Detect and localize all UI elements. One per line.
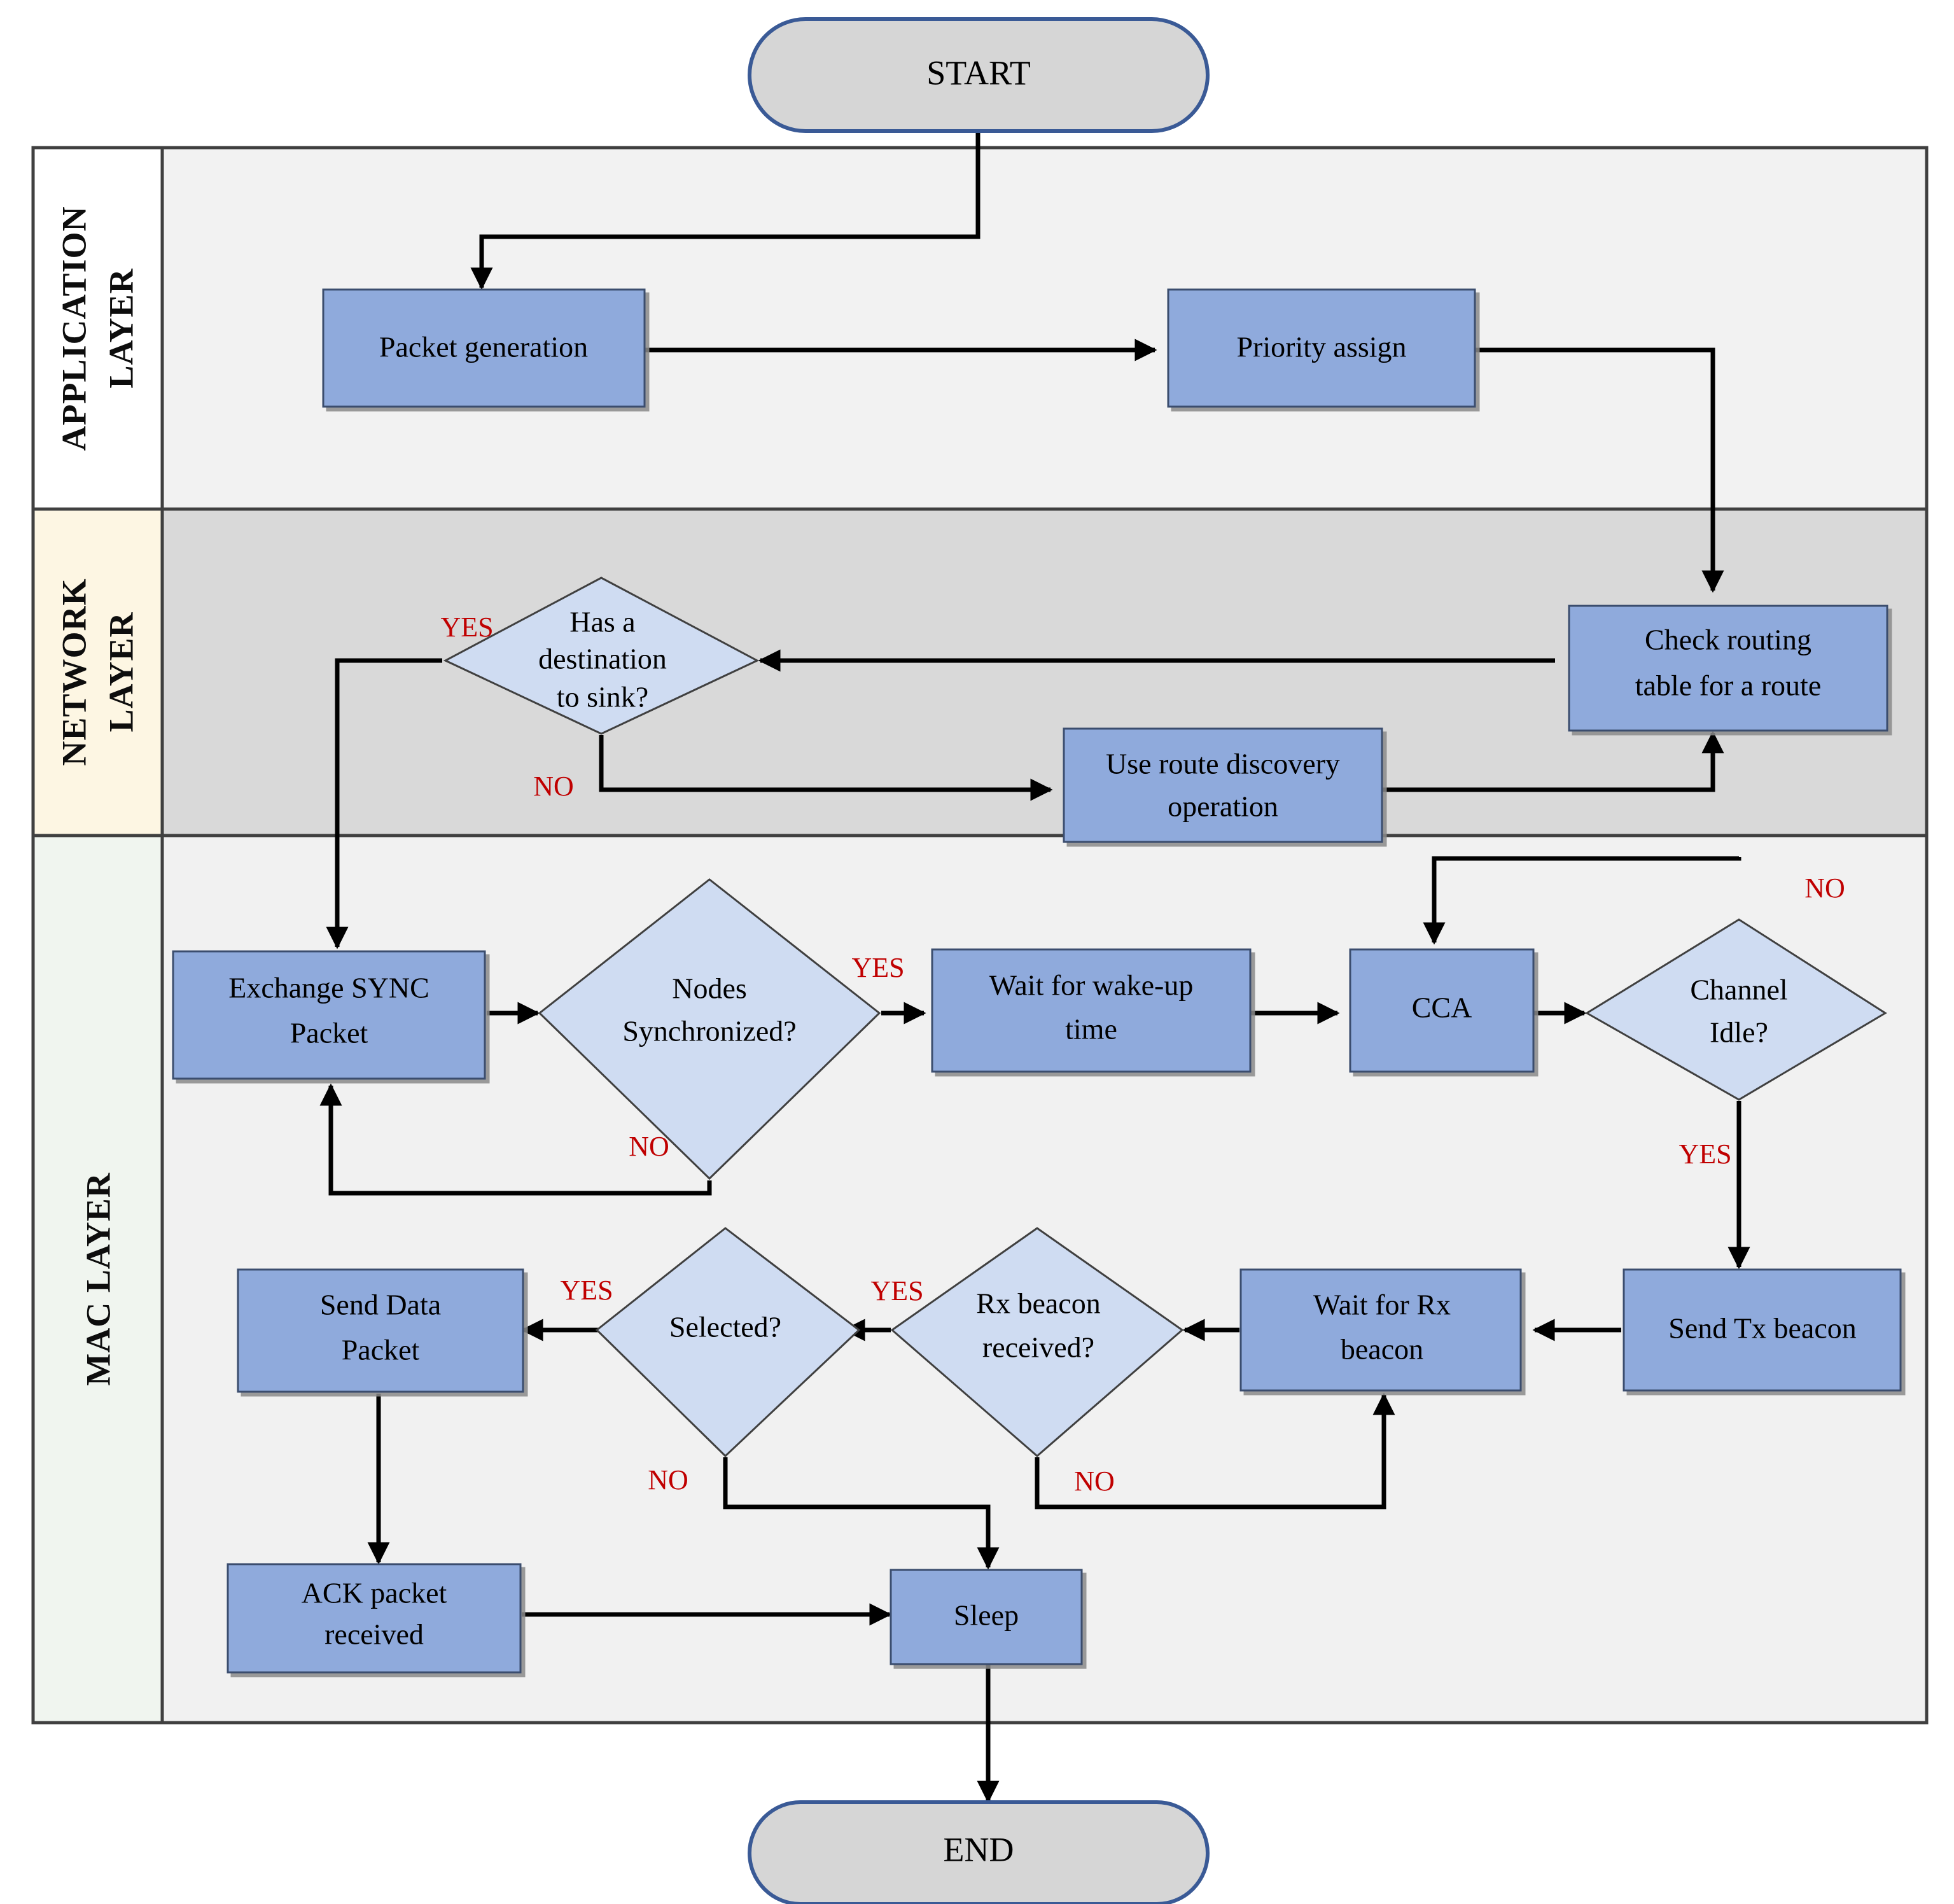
node-wait-wakeup-line1: Wait for wake-up — [989, 969, 1194, 1002]
node-send-tx-beacon-label: Send Tx beacon — [1668, 1312, 1857, 1345]
node-nodes-synchronized-line1: Nodes — [672, 972, 747, 1005]
node-nodes-synchronized-line2: Synchronized? — [622, 1015, 796, 1047]
node-sleep-label: Sleep — [954, 1599, 1019, 1632]
node-priority-assign-label: Priority assign — [1236, 331, 1406, 363]
node-wait-for-wakeup-time[interactable]: Wait for wake-up time — [931, 948, 1252, 1073]
layer-label-application-line2: LAYER — [102, 268, 140, 388]
node-use-route-discovery-line1: Use route discovery — [1106, 748, 1340, 780]
terminator-end[interactable]: END — [748, 1800, 1210, 1904]
terminator-start[interactable]: START — [748, 17, 1210, 133]
node-check-routing-table-line1: Check routing — [1645, 624, 1811, 656]
network-label-cell — [33, 509, 162, 836]
node-use-route-discovery[interactable]: Use route discovery operation — [1063, 727, 1383, 843]
edge-label-has-destination-yes: YES — [440, 612, 493, 643]
application-label-cell — [33, 148, 162, 509]
edge-label-channel-idle-yes: YES — [1678, 1138, 1731, 1170]
layer-label-network-line2: LAYER — [102, 612, 140, 732]
edge-label-rx-beacon-no: NO — [1074, 1466, 1115, 1497]
node-channel-idle-line2: Idle? — [1710, 1016, 1768, 1049]
edge-label-has-destination-no: NO — [533, 771, 574, 802]
node-packet-generation-label: Packet generation — [379, 331, 588, 363]
node-priority-assign[interactable]: Priority assign — [1167, 288, 1476, 408]
node-wait-wakeup-line2: time — [1065, 1013, 1117, 1046]
node-exchange-sync-line1: Exchange SYNC — [228, 972, 429, 1004]
layer-label-application-line1: APPLICATION — [55, 206, 93, 451]
node-send-tx-beacon[interactable]: Send Tx beacon — [1623, 1268, 1902, 1392]
node-exchange-sync-packet[interactable]: Exchange SYNC Packet — [172, 950, 486, 1080]
node-cca-label: CCA — [1412, 991, 1472, 1024]
flowchart-svg: APPLICATION LAYER NETWORK LAYER MAC LAYE… — [31, 17, 1929, 1904]
node-rx-beacon-received-line1: Rx beacon — [976, 1287, 1100, 1320]
node-channel-idle-line1: Channel — [1690, 974, 1787, 1006]
node-check-routing-table-line2: table for a route — [1635, 669, 1821, 702]
edge-label-nodes-sync-yes: YES — [851, 952, 904, 983]
node-has-destination-line2: destination — [538, 643, 667, 675]
edge-label-selected-no: NO — [648, 1464, 688, 1495]
node-ack-packet-line2: received — [325, 1618, 424, 1651]
layer-label-mac-line1: MAC LAYER — [79, 1172, 117, 1386]
node-rx-beacon-received-line2: received? — [982, 1331, 1094, 1364]
node-wait-for-rx-beacon[interactable]: Wait for Rx beacon — [1239, 1268, 1522, 1392]
node-ack-packet-line1: ACK packet — [302, 1577, 447, 1609]
edge-label-selected-yes: YES — [560, 1275, 613, 1306]
edge-label-nodes-sync-no: NO — [629, 1131, 669, 1162]
node-sleep[interactable]: Sleep — [890, 1569, 1083, 1665]
node-selected-label: Selected? — [669, 1311, 781, 1343]
flowchart-canvas: APPLICATION LAYER NETWORK LAYER MAC LAYE… — [0, 0, 1954, 1904]
node-use-route-discovery-line2: operation — [1168, 790, 1278, 823]
node-has-destination-line1: Has a — [569, 606, 635, 638]
node-send-data-packet[interactable]: Send Data Packet — [237, 1268, 524, 1393]
layer-label-network-line1: NETWORK — [55, 578, 93, 766]
node-wait-rx-beacon-line1: Wait for Rx — [1313, 1289, 1451, 1321]
terminator-end-label: END — [944, 1830, 1014, 1868]
node-wait-rx-beacon-line2: beacon — [1341, 1333, 1423, 1366]
node-has-destination-line3: to sink? — [557, 681, 648, 713]
node-cca[interactable]: CCA — [1349, 948, 1535, 1073]
node-check-routing-table[interactable]: Check routing table for a route — [1568, 605, 1888, 732]
node-exchange-sync-line2: Packet — [290, 1017, 368, 1049]
edge-label-channel-idle-no: NO — [1804, 872, 1845, 904]
node-send-data-packet-line1: Send Data — [320, 1289, 441, 1321]
layer-label-mac: MAC LAYER — [79, 1172, 117, 1386]
edge-label-rx-beacon-yes: YES — [870, 1275, 923, 1306]
terminator-start-label: START — [926, 53, 1030, 92]
node-send-data-packet-line2: Packet — [342, 1334, 420, 1366]
layer-bands — [33, 148, 1927, 1723]
node-packet-generation[interactable]: Packet generation — [322, 288, 646, 408]
node-ack-packet-received[interactable]: ACK packet received — [227, 1563, 522, 1674]
